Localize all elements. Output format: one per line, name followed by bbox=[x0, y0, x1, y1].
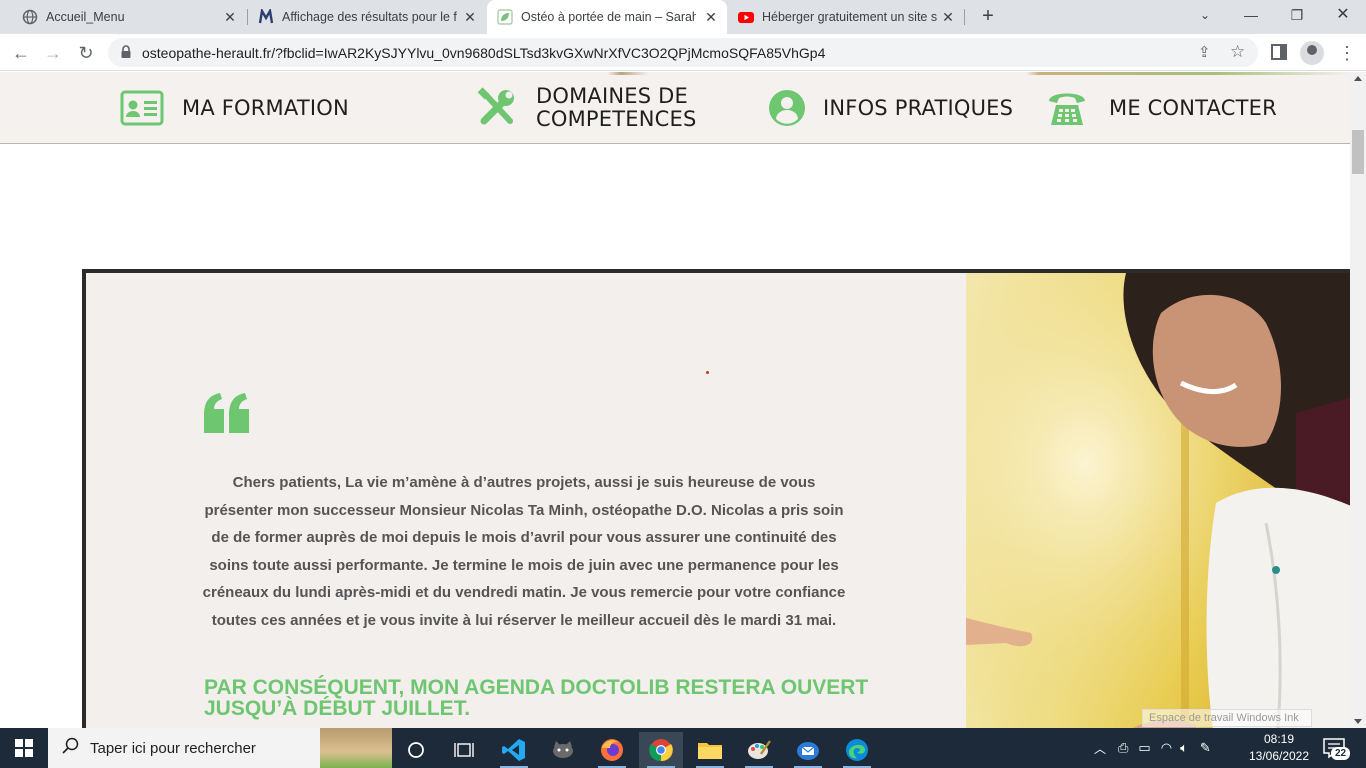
close-tab-icon[interactable]: ✕ bbox=[703, 9, 719, 25]
cortana-icon[interactable] bbox=[394, 732, 438, 768]
search-placeholder: Taper ici pour rechercher bbox=[90, 739, 256, 757]
reload-button[interactable]: ↻ bbox=[74, 41, 98, 65]
search-highlight-image bbox=[320, 728, 392, 768]
nav-label: INFOS PRATIQUES bbox=[823, 95, 1014, 120]
url-text: osteopathe-herault.fr/?fbclid=IwAR2KySJY… bbox=[142, 45, 826, 61]
file-explorer-icon[interactable] bbox=[688, 732, 732, 768]
paint-icon[interactable] bbox=[737, 732, 781, 768]
tools-icon bbox=[476, 87, 518, 129]
notification-count-badge: 22 bbox=[1331, 747, 1350, 760]
telephone-icon bbox=[1047, 87, 1087, 129]
nav-ma-formation[interactable]: MA FORMATION bbox=[120, 72, 349, 144]
volume-icon[interactable]: 🔈︎ bbox=[1180, 740, 1188, 756]
tab-title: Héberger gratuitement un site su bbox=[762, 10, 937, 24]
scrollbar-thumb[interactable] bbox=[1352, 130, 1364, 174]
side-panel-icon[interactable] bbox=[1271, 44, 1287, 60]
scroll-up-arrow-icon[interactable] bbox=[1354, 76, 1362, 81]
clock-time: 08:19 bbox=[1263, 732, 1295, 746]
wifi-icon[interactable]: ◠ bbox=[1161, 740, 1172, 756]
quote-icon bbox=[204, 393, 250, 438]
share-icon[interactable]: ⇪ bbox=[1198, 43, 1211, 61]
chrome-icon[interactable] bbox=[639, 732, 683, 768]
windows-taskbar: Taper ici pour rechercher ︿ ⎙ ▭ ◠ 🔈︎ ✎ 0… bbox=[0, 728, 1366, 768]
nav-label: DOMAINES DE COMPETENCES bbox=[536, 84, 697, 131]
windows-ink-watermark: Espace de travail Windows Ink bbox=[1142, 709, 1312, 727]
tab-affichage-resultats[interactable]: Affichage des résultats pour le fic ✕ bbox=[248, 0, 486, 34]
pen-ink-icon[interactable]: ✎ bbox=[1200, 740, 1211, 756]
taskbar-clock[interactable]: 08:19 13/06/2022 bbox=[1244, 731, 1314, 765]
back-button[interactable]: ← bbox=[9, 41, 33, 65]
system-tray: ︿ ⎙ ▭ ◠ 🔈︎ ✎ bbox=[1094, 728, 1211, 768]
id-card-icon bbox=[120, 90, 164, 126]
taskbar-search-box[interactable]: Taper ici pour rechercher bbox=[48, 728, 392, 768]
tab-heberger-site[interactable]: Héberger gratuitement un site su ✕ bbox=[728, 0, 964, 34]
notification-center-icon[interactable]: 22 bbox=[1320, 736, 1350, 760]
close-tab-icon[interactable]: ✕ bbox=[462, 9, 478, 25]
tab-title: Ostéo à portée de main – Sarah M bbox=[521, 10, 696, 24]
battery-icon[interactable]: ▭ bbox=[1138, 740, 1150, 756]
minimize-button[interactable]: — bbox=[1228, 0, 1274, 30]
scroll-down-arrow-icon[interactable] bbox=[1354, 719, 1362, 724]
nav-domaines-competences[interactable]: DOMAINES DE COMPETENCES bbox=[476, 72, 697, 144]
page-scrollbar[interactable] bbox=[1350, 72, 1366, 728]
tab-search-chevron-icon[interactable]: ⌄ bbox=[1182, 0, 1228, 30]
chevron-up-icon[interactable]: ︿ bbox=[1094, 740, 1106, 757]
task-view-icon[interactable] bbox=[442, 732, 486, 768]
nav-label: ME CONTACTER bbox=[1109, 95, 1277, 120]
site-navigation: MA FORMATION DOMAINES DE COMPETENCES INFO… bbox=[0, 72, 1350, 144]
quote-text: Chers patients, La vie m’amène à d’autre… bbox=[202, 474, 846, 629]
browser-menu-icon[interactable]: ⋮ bbox=[1338, 41, 1356, 65]
edge-icon[interactable] bbox=[835, 732, 879, 768]
lock-icon bbox=[120, 45, 132, 59]
globe-icon bbox=[22, 9, 38, 25]
tab-accueil-menu[interactable]: Accueil_Menu ✕ bbox=[0, 0, 246, 34]
doctolib-headline: PAR CONSÉQUENT, MON AGENDA DOCTOLIB REST… bbox=[204, 676, 869, 720]
clock-date: 13/06/2022 bbox=[1248, 749, 1310, 763]
close-window-button[interactable]: ✕ bbox=[1320, 0, 1366, 30]
page-viewport: MA FORMATION DOMAINES DE COMPETENCES INFO… bbox=[0, 72, 1350, 728]
announcement-section: Chers patients, La vie m’amène à d’autre… bbox=[82, 269, 1350, 728]
youtube-icon bbox=[738, 9, 754, 25]
windows-start-icon[interactable] bbox=[0, 728, 48, 768]
cat-app-icon[interactable] bbox=[541, 732, 585, 768]
forward-button[interactable]: → bbox=[41, 41, 65, 65]
leaf-icon bbox=[497, 9, 513, 25]
tab-title: Affichage des résultats pour le fic bbox=[282, 10, 457, 24]
vscode-icon[interactable] bbox=[492, 732, 536, 768]
firefox-icon[interactable] bbox=[590, 732, 634, 768]
search-icon bbox=[62, 737, 80, 760]
tab-title: Accueil_Menu bbox=[46, 10, 125, 24]
browser-toolbar: ← → ↻ osteopathe-herault.fr/?fbclid=IwAR… bbox=[0, 34, 1366, 71]
nav-label: MA FORMATION bbox=[182, 95, 349, 120]
tab-osteo-active[interactable]: Ostéo à portée de main – Sarah M ✕ bbox=[487, 0, 727, 34]
browser-tab-strip: Accueil_Menu ✕ Affichage des résultats p… bbox=[0, 0, 1366, 34]
decorative-dot bbox=[706, 371, 709, 374]
address-bar[interactable]: osteopathe-herault.fr/?fbclid=IwAR2KySJY… bbox=[108, 38, 1258, 67]
practitioner-photo bbox=[966, 273, 1350, 728]
profile-avatar[interactable] bbox=[1300, 41, 1324, 65]
close-tab-icon[interactable]: ✕ bbox=[940, 9, 956, 25]
device-icon[interactable]: ⎙ bbox=[1118, 740, 1128, 756]
mail-cloud-icon[interactable] bbox=[786, 732, 830, 768]
nav-me-contacter[interactable]: ME CONTACTER bbox=[1047, 72, 1277, 144]
user-circle-icon bbox=[768, 89, 806, 127]
bookmark-star-icon[interactable]: ☆ bbox=[1230, 42, 1245, 62]
restore-button[interactable]: ❐ bbox=[1274, 0, 1320, 30]
new-tab-button[interactable]: + bbox=[978, 6, 998, 26]
close-tab-icon[interactable]: ✕ bbox=[222, 9, 238, 25]
site-logo-icon bbox=[258, 9, 274, 25]
nav-infos-pratiques[interactable]: INFOS PRATIQUES bbox=[768, 72, 1013, 144]
